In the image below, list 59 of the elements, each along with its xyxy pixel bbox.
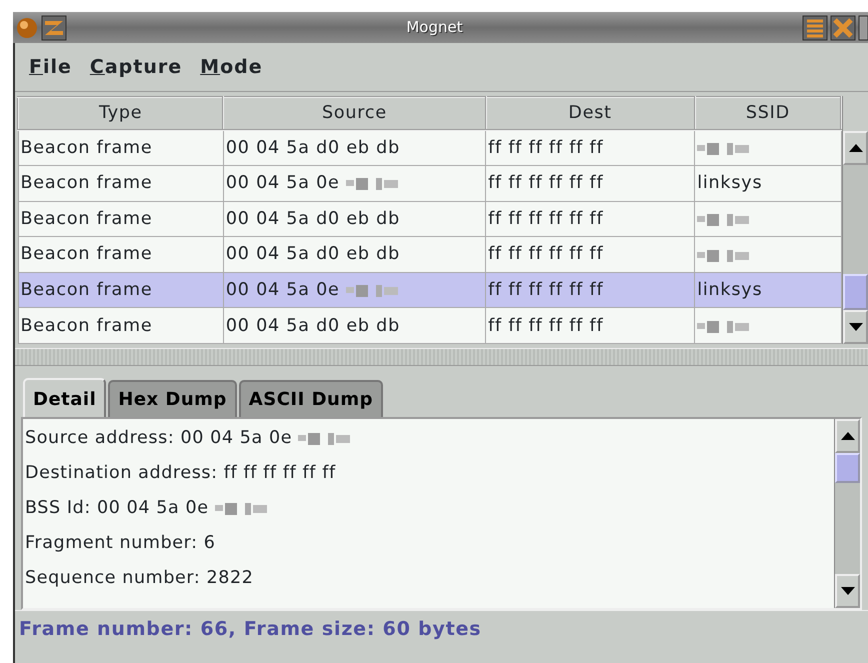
up-arrow-icon: [840, 432, 854, 440]
detail-line: BSS Id: 00 04 5a 0e: [25, 498, 209, 518]
tab[interactable]: Detail: [23, 378, 106, 417]
table-cell: 00 04 5a d0 eb db: [223, 201, 486, 237]
tab[interactable]: ASCII Dump: [238, 380, 383, 417]
table-cell: 00 04 5a d0 eb db: [223, 308, 486, 344]
up-arrow-icon: [848, 144, 863, 152]
table-cell: linksys: [694, 166, 842, 202]
scroll-up-button[interactable]: [835, 419, 860, 453]
table-cell: 00 04 5a d0 eb db: [223, 130, 486, 166]
table-cell: 00 04 5a d0 eb db: [223, 236, 486, 272]
down-arrow-icon: [848, 323, 863, 331]
scrollbar-thumb[interactable]: [843, 274, 868, 310]
menu-item[interactable]: F ile: [29, 52, 72, 82]
table-cell: ff ff ff ff ff ff: [486, 130, 695, 166]
maximize-icon[interactable]: [858, 14, 868, 40]
table-cell: Beacon frame: [18, 308, 224, 344]
status-text: Frame number: 66, Frame size: 60 bytes: [15, 610, 868, 648]
window-title: Mognet: [405, 17, 464, 38]
table-row[interactable]: Beacon frame 00 04 5a d0 eb db ff ff ff ff ff ff: [18, 201, 842, 237]
table-cell: ff ff ff ff ff ff: [486, 236, 695, 272]
splitter-handle[interactable]: [15, 348, 868, 366]
table-cell: Beacon frame: [18, 130, 224, 166]
table-row[interactable]: Beacon frame 00 04 5a 0e ff ff ff ff ff ff linksys: [18, 272, 842, 308]
column-header[interactable]: SSID: [694, 97, 842, 130]
table-row[interactable]: Beacon frame 00 04 5a d0 eb db ff ff ff ff ff ff: [18, 236, 842, 272]
table-row[interactable]: Beacon frame 00 04 5a d0 eb db ff ff ff ff ff ff: [18, 130, 842, 166]
table-cell: Beacon frame: [18, 272, 224, 308]
table-cell: Beacon frame: [18, 201, 224, 237]
detail-line: Destination address: ff ff ff ff ff ff: [25, 463, 336, 483]
table-row[interactable]: Beacon frame 00 04 5a d0 eb db ff ff ff ff ff ff: [18, 308, 842, 344]
table-cell: ff ff ff ff ff ff: [486, 166, 695, 202]
menu-icon[interactable]: [802, 14, 828, 40]
table-cell: ff ff ff ff ff ff: [486, 308, 695, 344]
column-header[interactable]: Dest: [486, 97, 695, 130]
scroll-down-button[interactable]: [843, 310, 868, 344]
scrollbar-thumb[interactable]: [835, 453, 860, 483]
column-header[interactable]: Type: [18, 97, 224, 130]
table-cell: 00 04 5a 0e: [223, 166, 486, 202]
table-cell: Beacon frame: [18, 236, 224, 272]
shade-icon[interactable]: [41, 14, 67, 40]
tab[interactable]: Hex Dump: [108, 380, 237, 417]
table-cell: ff ff ff ff ff ff: [486, 201, 695, 237]
table-cell: ff ff ff ff ff ff: [486, 272, 695, 308]
table-cell: linksys: [694, 272, 842, 308]
table-cell: 00 04 5a 0e: [223, 272, 486, 308]
detail-line: Fragment number: 6: [25, 533, 216, 553]
detail-line: Source address: 00 04 5a 0e: [25, 428, 292, 448]
scroll-up-button[interactable]: [843, 131, 868, 165]
ball-icon[interactable]: [15, 16, 39, 40]
down-arrow-icon: [840, 587, 854, 595]
close-icon[interactable]: [830, 14, 856, 40]
detail-line: Sequence number: 2822: [25, 568, 254, 588]
table-cell: Beacon frame: [18, 166, 224, 202]
menu-item[interactable]: Capture: [90, 52, 182, 82]
table-row[interactable]: Beacon frame 00 04 5a 0e ff ff ff ff ff ff linksys: [18, 166, 842, 202]
menu-item[interactable]: Mode: [200, 52, 263, 82]
scroll-down-button[interactable]: [835, 574, 860, 608]
column-header[interactable]: Source: [223, 97, 486, 130]
